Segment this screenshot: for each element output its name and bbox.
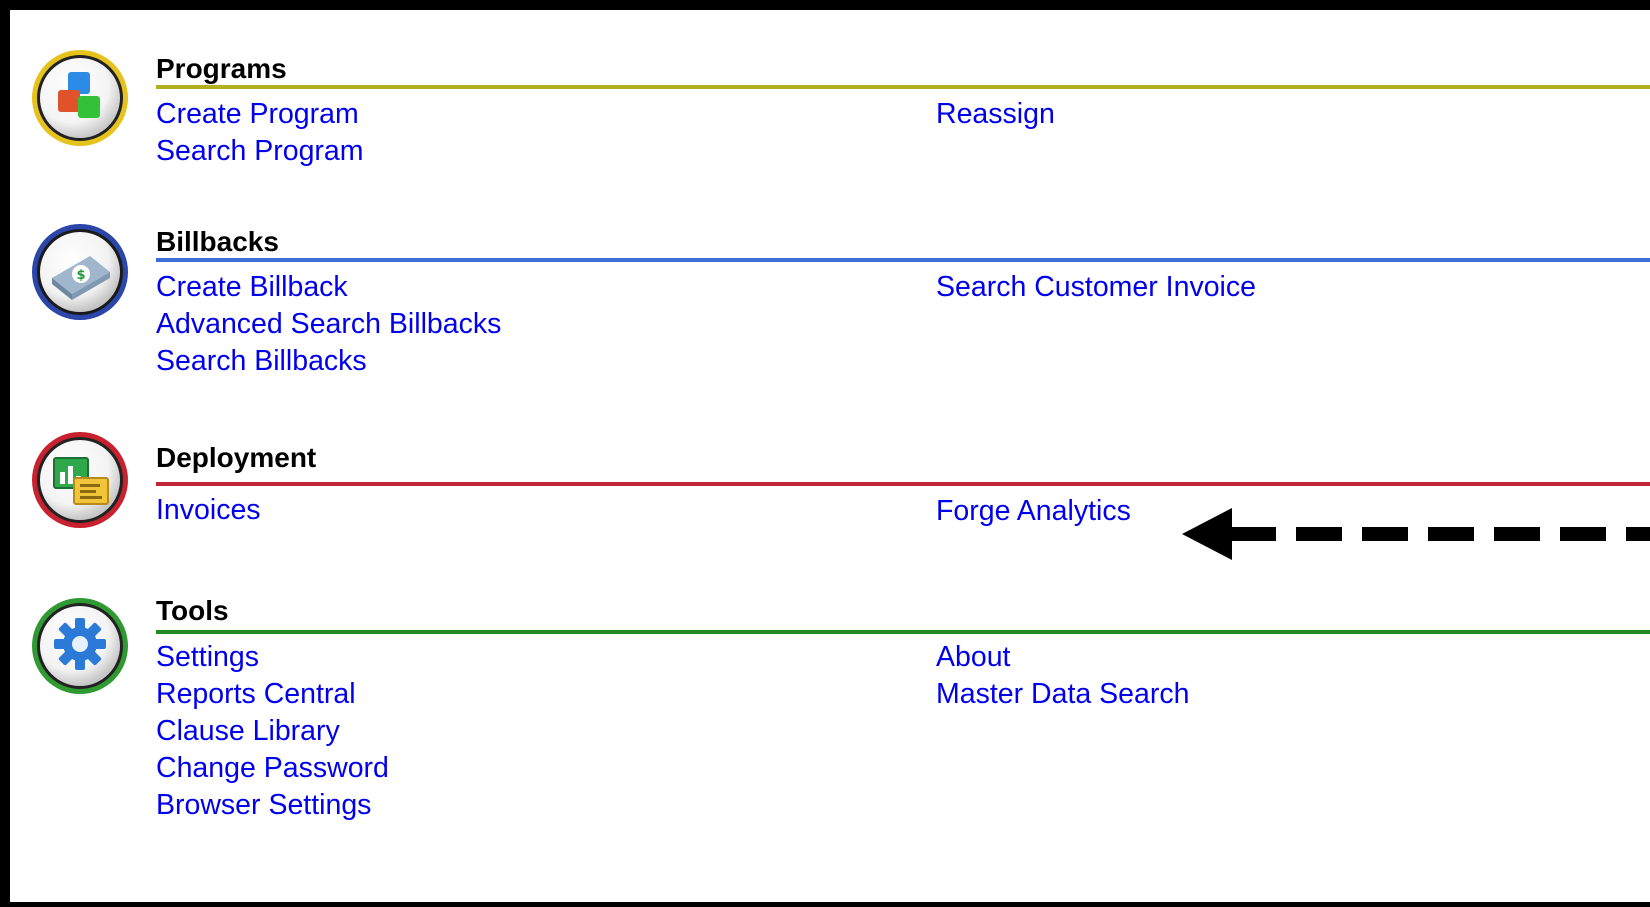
- link-settings[interactable]: Settings: [156, 639, 389, 676]
- tools-left-links: Settings Reports Central Clause Library …: [156, 639, 389, 824]
- deployment-chart-icon: [28, 428, 132, 532]
- section-divider-billbacks: [156, 258, 1650, 262]
- link-change-password[interactable]: Change Password: [156, 750, 389, 787]
- section-title-tools: Tools: [156, 595, 229, 626]
- deployment-left-links: Invoices: [156, 492, 261, 529]
- link-create-program[interactable]: Create Program: [156, 96, 364, 133]
- svg-text:$: $: [76, 268, 85, 283]
- link-search-customer-invoice[interactable]: Search Customer Invoice: [936, 269, 1256, 306]
- link-about[interactable]: About: [936, 639, 1189, 676]
- link-reports-central[interactable]: Reports Central: [156, 676, 389, 713]
- link-search-program[interactable]: Search Program: [156, 133, 364, 170]
- section-divider-programs: [156, 85, 1650, 89]
- section-title-billbacks: Billbacks: [156, 226, 279, 257]
- section-title-programs: Programs: [156, 53, 287, 84]
- link-forge-analytics[interactable]: Forge Analytics: [936, 493, 1131, 530]
- link-invoices[interactable]: Invoices: [156, 492, 261, 529]
- section-divider-deployment: [156, 482, 1650, 486]
- section-divider-tools: [156, 630, 1650, 634]
- link-create-billback[interactable]: Create Billback: [156, 269, 501, 306]
- main-menu-page: Programs Create Program Search Program R…: [10, 10, 1650, 902]
- programs-right-links: Reassign: [936, 96, 1055, 133]
- dashed-arrow-left-icon: [1182, 508, 1650, 560]
- billbacks-left-links: Create Billback Advanced Search Billback…: [156, 269, 501, 380]
- section-title-deployment: Deployment: [156, 442, 317, 473]
- money-icon: $: [28, 220, 132, 324]
- gear-icon: [28, 594, 132, 698]
- link-advanced-search-billbacks[interactable]: Advanced Search Billbacks: [156, 306, 501, 343]
- programs-left-links: Create Program Search Program: [156, 96, 364, 170]
- link-search-billbacks[interactable]: Search Billbacks: [156, 343, 501, 380]
- deployment-right-links: Forge Analytics: [936, 493, 1131, 530]
- billbacks-right-links: Search Customer Invoice: [936, 269, 1256, 306]
- link-browser-settings[interactable]: Browser Settings: [156, 787, 389, 824]
- link-reassign[interactable]: Reassign: [936, 96, 1055, 133]
- tools-right-links: About Master Data Search: [936, 639, 1189, 713]
- link-clause-library[interactable]: Clause Library: [156, 713, 389, 750]
- cubes-icon: [28, 46, 132, 150]
- link-master-data-search[interactable]: Master Data Search: [936, 676, 1189, 713]
